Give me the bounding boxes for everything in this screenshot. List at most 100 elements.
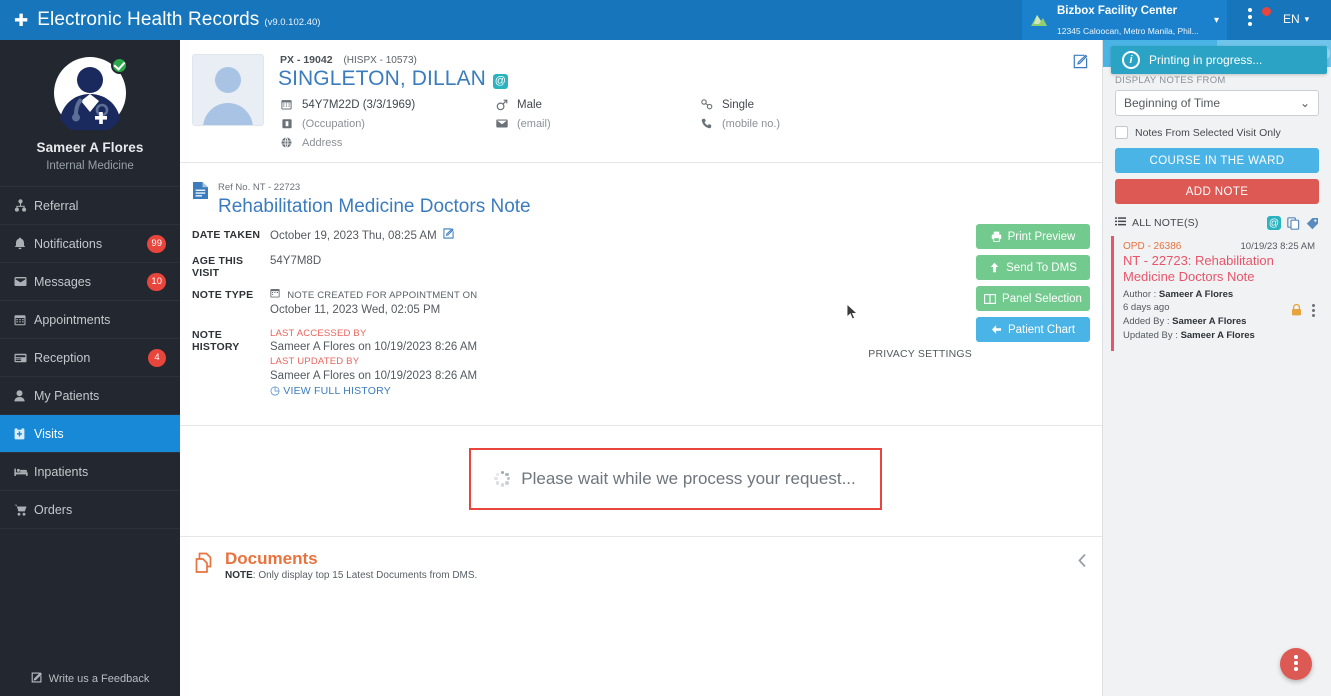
user-profile[interactable]: Sameer A Flores Internal Medicine [0,40,180,186]
sidebar-item-orders[interactable]: Orders [0,491,180,529]
edit-date-icon[interactable] [443,228,454,242]
briefcase-icon [280,118,293,129]
sidebar-item-label: Reception [34,350,91,365]
note-meta: DATE TAKEN October 19, 2023 Thu, 08:25 A… [180,222,1102,425]
sidebar-item-inpatients[interactable]: Inpatients [0,453,180,491]
patient-hispx-id: (HISPX - 10573) [343,55,417,66]
reception-badge: 4 [148,348,166,367]
patient-name[interactable]: SINGLETON, DILLAN @ [278,67,1092,91]
back-arrow-icon [991,324,1002,335]
documents-note-text: : Only display top 15 Latest Documents f… [252,569,478,581]
note-card-updated-by: Updated By : Sameer A Flores [1123,329,1315,343]
send-to-dms-label: Send To DMS [1006,261,1077,274]
meta-value: NOTE CREATED FOR APPOINTMENT ON October … [270,288,477,319]
calendar-icon [270,288,283,301]
display-notes-from-label: DISPLAY NOTES FROM [1115,75,1226,86]
printer-icon [991,231,1002,242]
user-icon [14,389,34,402]
language-selector[interactable]: EN ▾ [1283,12,1309,26]
facility-selector[interactable]: Bizbox Facility Center 12345 Caloocan, M… [1022,0,1227,40]
facility-name: Bizbox Facility Center [1057,5,1178,17]
profile-role: Internal Medicine [46,160,134,172]
display-notes-from-select[interactable]: Beginning of Time ⌄ [1115,90,1319,116]
note-meta-row: DATE TAKEN October 19, 2023 Thu, 08:25 A… [192,228,1090,245]
tag-icon[interactable] [1306,217,1319,230]
chevron-down-icon: ⌄ [1299,96,1310,110]
patient-info-col-2: Male (email) [495,95,700,152]
chevron-left-icon[interactable] [1077,553,1088,573]
app-version: (v9.0.102.40) [264,17,321,28]
documents-stack-icon [192,552,215,580]
facility-logo-icon [1030,12,1048,28]
patient-info-col-1: 54Y7M22D (3/3/1969) (Occupation) Address [280,95,495,152]
patient-mobile: (mobile no.) [722,117,781,130]
sidebar-item-referral[interactable]: Referral [0,187,180,225]
calendar-icon [14,314,34,326]
add-note-button[interactable]: ADD NOTE [1115,179,1319,204]
panel-selection-button[interactable]: Panel Selection [976,286,1090,311]
panel-selection-label: Panel Selection [1002,292,1082,305]
sidebar-item-messages[interactable]: Messages 10 [0,263,180,301]
language-label: EN [1283,12,1300,26]
profile-name: Sameer A Flores [36,140,144,155]
at-mention-icon[interactable]: @ [1267,216,1281,230]
course-in-the-ward-button[interactable]: COURSE IN THE WARD [1115,148,1319,173]
sidebar-item-my-patients[interactable]: My Patients [0,377,180,415]
reception-desk-icon [14,353,34,363]
display-notes-from-value: Beginning of Time [1124,96,1221,110]
sidebar-item-label: Orders [34,502,73,517]
clipboard-icon [14,427,34,440]
age-this-visit-value: 54Y7M8D [270,254,322,267]
sidebar: Sameer A Flores Internal Medicine Referr… [0,40,180,696]
view-full-history-link[interactable]: ◷ VIEW FULL HISTORY [270,384,477,400]
sidebar-item-label: Appointments [34,312,111,327]
sidebar-item-notifications[interactable]: Notifications 99 [0,225,180,263]
checkbox-box [1115,126,1128,139]
sidebar-item-reception[interactable]: Reception 4 [0,339,180,377]
floating-action-button[interactable] [1280,648,1312,680]
last-accessed-label: LAST ACCESSED BY [270,327,367,339]
send-to-dms-button[interactable]: Send To DMS [976,255,1090,280]
columns-icon [984,293,996,304]
print-preview-button[interactable]: Print Preview [976,224,1090,249]
lock-icon[interactable] [1291,303,1302,321]
at-mention-icon[interactable]: @ [492,73,508,89]
patient-mobile-row: (mobile no.) [700,114,890,133]
sidebar-item-label: Messages [34,274,91,289]
patient-chart-button[interactable]: Patient Chart [976,317,1090,342]
note-card-title: NT - 22723: Rehabilitation Medicine Doct… [1123,253,1274,285]
print-preview-label: Print Preview [1007,230,1076,243]
info-icon: i [1122,51,1140,69]
top-menu-button[interactable] [1248,7,1272,32]
edit-patient-button[interactable] [1073,54,1088,74]
top-bar: ✚ Electronic Health Records (v9.0.102.40… [0,0,1331,40]
sidebar-nav: Referral Notifications 99 Messages 10 Ap… [0,186,180,529]
male-gender-icon [495,99,508,111]
chevron-down-icon: ▾ [1304,13,1310,24]
copy-icon[interactable] [1287,216,1300,230]
avatar [53,56,128,136]
selected-visit-only-checkbox[interactable]: Notes From Selected Visit Only [1115,126,1319,139]
write-feedback-link[interactable]: Write us a Feedback [0,662,180,696]
note-card-added-by: Added By : Sameer A Flores [1123,315,1315,329]
note-type-value: October 11, 2023 Wed, 02:05 PM [270,304,441,317]
meta-label: NOTE HISTORY [192,328,240,353]
patient-gender-row: Male [495,95,690,114]
documents-text: Documents NOTE: Only display top 15 Late… [225,549,477,581]
link-icon [700,99,713,110]
sidebar-item-visits[interactable]: Visits [0,415,180,453]
notifications-badge: 99 [147,234,166,253]
all-notes-label: ALL NOTE(S) [1132,217,1199,229]
last-accessed-value: Sameer A Flores on 10/19/2023 8:26 AM [270,341,478,354]
notes-filters: DISPLAY NOTES FROM Beginning of Time ⌄ N… [1103,67,1331,204]
loading-box: Please wait while we process your reques… [468,447,882,510]
kebab-menu-icon[interactable] [1312,304,1315,319]
privacy-settings-link[interactable]: PRIVACY SETTINGS [868,348,972,360]
note-list-item[interactable]: OPD - 26386 10/19/23 8:25 AM NT - 22723:… [1111,236,1323,351]
patient-info-col-3: Single (mobile no.) [700,95,900,152]
bell-icon [14,237,34,250]
cart-icon [14,504,34,516]
facility-address: 12345 Caloocan, Metro Manila, Phil... [1057,26,1199,36]
sidebar-item-appointments[interactable]: Appointments [0,301,180,339]
note-title: Rehabilitation Medicine Doctors Note [218,196,531,217]
